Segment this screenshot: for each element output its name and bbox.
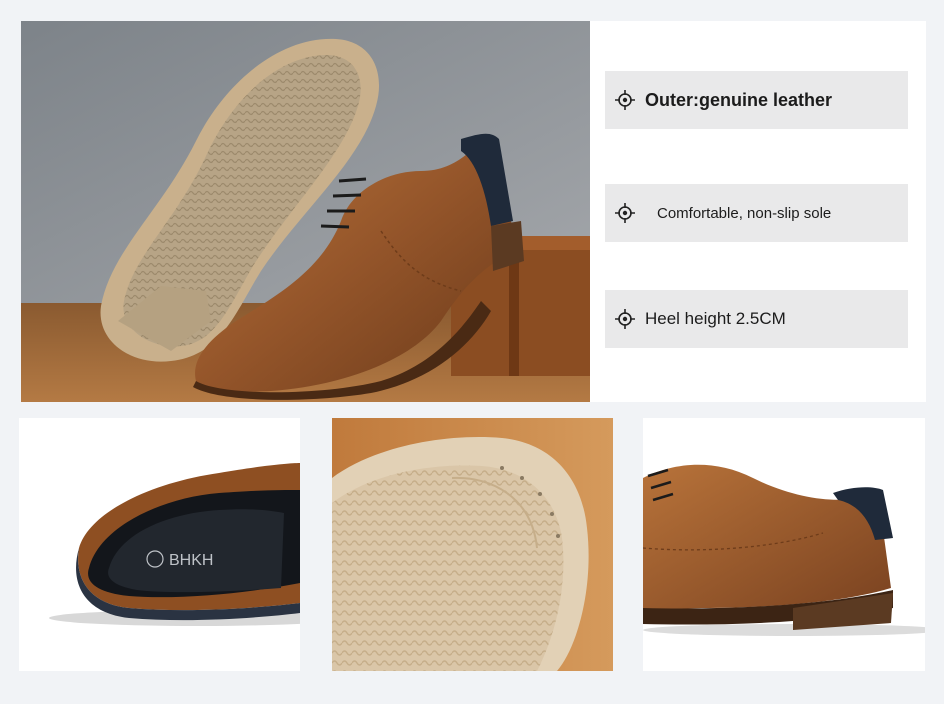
feature-item-sole: Comfortable, non-slip sole xyxy=(605,184,908,242)
crosshair-icon xyxy=(615,90,635,110)
feature-label: Comfortable, non-slip sole xyxy=(657,204,832,222)
thumbnail-insole: BHKH xyxy=(19,418,300,671)
insole-brand-text: BHKH xyxy=(169,552,213,569)
insole-illustration: BHKH xyxy=(49,463,300,626)
feature-item-heel-height: Heel height 2.5CM xyxy=(605,290,908,348)
crosshair-icon xyxy=(615,203,635,223)
heel-illustration xyxy=(643,464,925,636)
feature-label: Outer:genuine leather xyxy=(645,89,833,110)
hero-shoe-illustration xyxy=(21,21,590,402)
sole-illustration xyxy=(332,418,613,671)
feature-label: Heel height 2.5CM xyxy=(645,309,786,328)
thumbnail-sole xyxy=(332,418,613,671)
product-detail-page: Outer:genuine leather Comfortable, non-s… xyxy=(0,0,944,704)
thumbnail-heel xyxy=(643,418,925,671)
crosshair-icon xyxy=(615,309,635,329)
feature-panel: Outer:genuine leather Comfortable, non-s… xyxy=(590,21,926,402)
hero-shoe-image xyxy=(21,21,590,402)
feature-item-outer-material: Outer:genuine leather xyxy=(605,71,908,129)
